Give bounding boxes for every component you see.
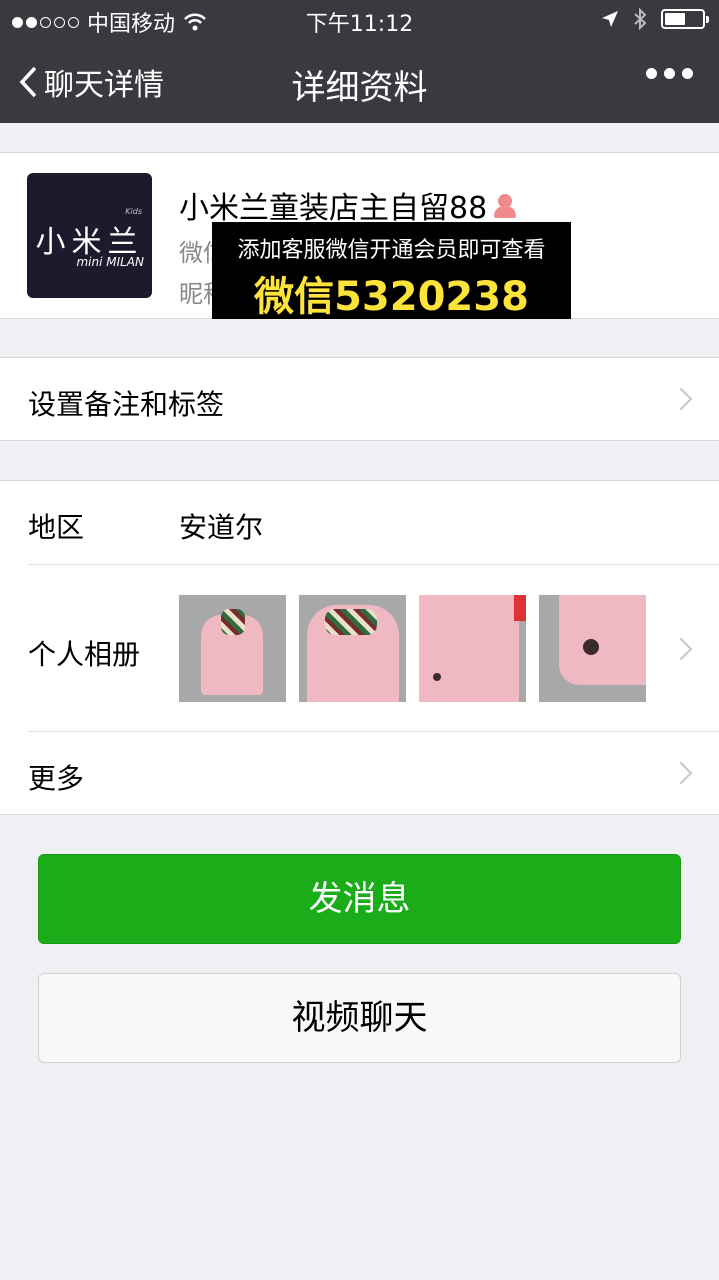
album-photo <box>539 595 646 702</box>
send-message-button[interactable]: 发消息 <box>38 854 681 944</box>
remark-tags-row[interactable]: 设置备注和标签 <box>0 357 719 441</box>
avatar[interactable]: Kids 小米兰 mini MILAN <box>27 173 152 298</box>
video-chat-button[interactable]: 视频聊天 <box>38 973 681 1063</box>
chevron-right-icon <box>669 387 693 411</box>
battery-icon <box>661 9 709 29</box>
status-bar: 中国移动 下午11:12 <box>0 0 719 40</box>
more-dots-icon[interactable] <box>646 68 693 79</box>
female-icon <box>491 191 519 219</box>
avatar-kids-text: Kids <box>125 207 142 216</box>
location-arrow-icon <box>602 11 618 27</box>
profile-name: 小米兰童装店主自留88 <box>179 183 519 227</box>
album-thumbnails <box>179 595 646 702</box>
region-value: 安道尔 <box>179 511 264 544</box>
avatar-subtext: mini MILAN <box>76 255 144 269</box>
promo-line-1: 添加客服微信开通会员即可查看 <box>237 238 546 263</box>
promo-overlay: 添加客服微信开通会员即可查看 微信5320238 <box>212 222 571 320</box>
album-photo <box>179 595 286 702</box>
page-title: 详细资料 <box>291 68 428 108</box>
album-label: 个人相册 <box>28 638 141 671</box>
album-row[interactable]: 个人相册 <box>0 565 719 732</box>
details-group: 地区 安道尔 个人相册 更多 <box>0 480 719 815</box>
chevron-right-icon <box>669 761 693 785</box>
album-photo <box>419 595 526 702</box>
region-label: 地区 <box>28 511 85 544</box>
remark-tags-label: 设置备注和标签 <box>28 388 225 421</box>
profile-name-text: 小米兰童装店主自留88 <box>179 191 488 226</box>
top-bar: 中国移动 下午11:12 聊天详情 详细资料 <box>0 0 719 123</box>
status-right <box>601 8 709 30</box>
bluetooth-icon <box>634 8 647 30</box>
nav-bar: 聊天详情 详细资料 <box>0 40 719 123</box>
album-photo <box>299 595 406 702</box>
region-row: 地区 安道尔 <box>0 481 719 565</box>
more-row[interactable]: 更多 <box>0 732 719 816</box>
chevron-right-icon <box>669 637 693 661</box>
promo-line-2: 微信5320238 <box>254 274 529 320</box>
more-label: 更多 <box>28 762 85 795</box>
